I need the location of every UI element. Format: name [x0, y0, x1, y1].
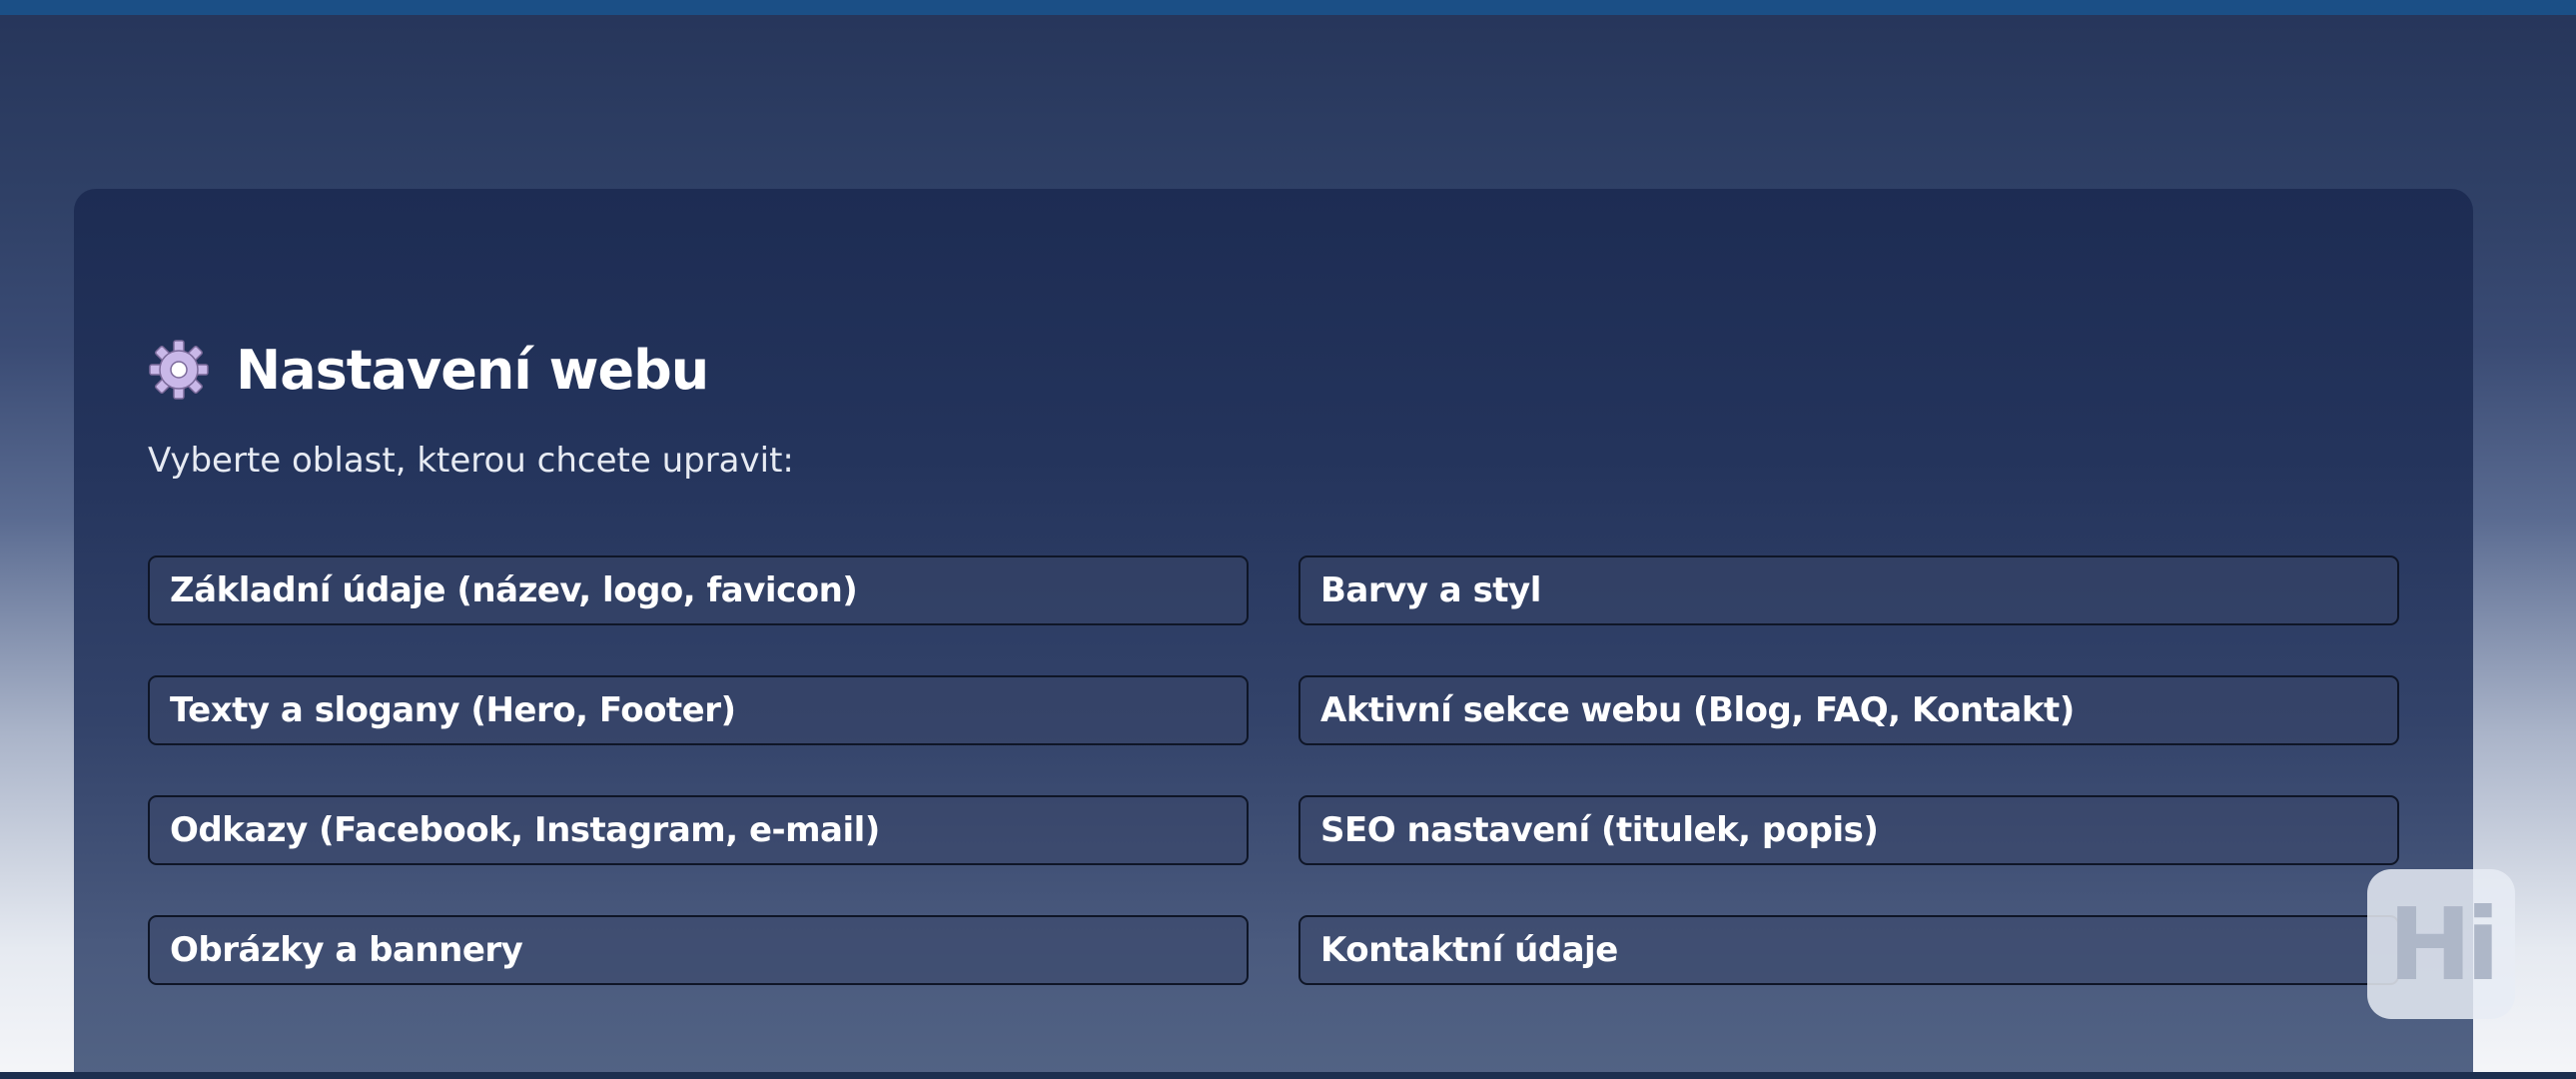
- option-links-button[interactable]: Odkazy (Facebook, Instagram, e-mail): [148, 795, 1249, 865]
- page-heading: Nastavení webu: [148, 325, 709, 415]
- option-seo-button[interactable]: SEO nastavení (titulek, popis): [1298, 795, 2399, 865]
- option-images-banners-button[interactable]: Obrázky a bannery: [148, 915, 1249, 985]
- option-active-sections-button[interactable]: Aktivní sekce webu (Blog, FAQ, Kontakt): [1298, 675, 2399, 745]
- hi-chat-badge[interactable]: Hi: [2367, 869, 2515, 1019]
- option-colors-style-button[interactable]: Barvy a styl: [1298, 555, 2399, 625]
- page-subtitle: Vyberte oblast, kterou chcete upravit:: [148, 441, 794, 481]
- option-contact-info-button[interactable]: Kontaktní údaje: [1298, 915, 2399, 985]
- bottom-bar: [0, 1072, 2576, 1079]
- gear-icon: [148, 339, 210, 401]
- option-texts-slogans-button[interactable]: Texty a slogany (Hero, Footer): [148, 675, 1249, 745]
- settings-options-grid: Základní údaje (název, logo, favicon) Ba…: [148, 555, 2399, 985]
- settings-panel: Nastavení webu Vyberte oblast, kterou ch…: [74, 189, 2473, 1079]
- top-accent-bar: [0, 0, 2576, 15]
- option-basic-info-button[interactable]: Základní údaje (název, logo, favicon): [148, 555, 1249, 625]
- page-title: Nastavení webu: [236, 338, 709, 402]
